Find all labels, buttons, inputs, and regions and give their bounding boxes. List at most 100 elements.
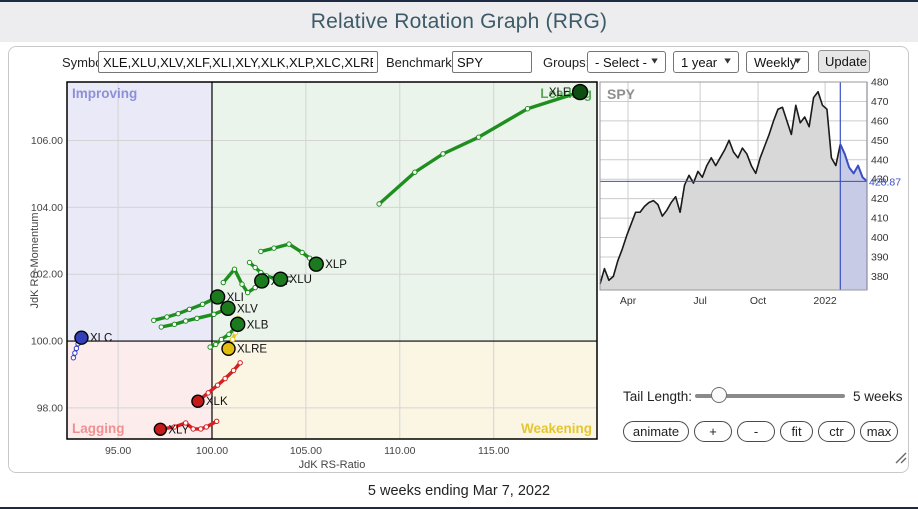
spy-y-tick: 400 — [871, 232, 889, 244]
spy-y-tick: 380 — [871, 271, 889, 283]
groups-label: Groups: — [543, 55, 589, 70]
symbol-label-xlp: XLP — [325, 259, 347, 271]
symbol-label-xlb: XLB — [247, 319, 269, 331]
max-button[interactable]: max — [860, 421, 898, 442]
quadrant-leading — [212, 82, 597, 341]
tail-point-xle — [525, 107, 529, 111]
rrg-x-tick: 115.00 — [478, 445, 509, 457]
symbol-dot-xlk[interactable] — [192, 395, 204, 407]
symbol-label-xlc: XLC — [90, 333, 112, 345]
symbol-label-xlu: XLU — [290, 274, 312, 286]
tail-point-xlb — [214, 342, 218, 346]
rrg-chart[interactable]: ImprovingLeadingLaggingWeakening98.00100… — [28, 76, 608, 472]
tail-point-xlf — [240, 282, 244, 286]
animate-button[interactable]: animate — [623, 421, 689, 442]
tail-point-xle — [441, 152, 445, 156]
tail-point-xle — [413, 170, 417, 174]
spy-x-tick: Apr — [620, 295, 637, 307]
chevron-down-icon: ▼ — [649, 56, 660, 66]
tail-point-xlv — [212, 312, 216, 316]
groups-select[interactable]: - Select - ▼ — [587, 51, 666, 73]
tail-point-xlk — [231, 368, 235, 372]
spy-y-tick: 440 — [871, 154, 889, 166]
spy-title: SPY — [607, 86, 636, 102]
symbol-dot-xlu[interactable] — [274, 272, 288, 286]
frequency-select[interactable]: Weekly ▼ — [746, 51, 809, 73]
symbols-input[interactable] — [98, 51, 378, 73]
zoom-in-button[interactable]: + — [694, 421, 732, 442]
period-select[interactable]: 1 year ▼ — [673, 51, 739, 73]
symbol-dot-xlv[interactable] — [221, 301, 235, 315]
rrg-x-axis-title: JdK RS-Ratio — [299, 459, 366, 471]
symbol-dot-xlb[interactable] — [231, 317, 245, 331]
tail-point-xlv — [195, 316, 199, 320]
spy-y-tick: 470 — [871, 96, 889, 108]
zoom-out-button[interactable]: - — [737, 421, 775, 442]
tail-point-xli — [187, 307, 191, 311]
tail-point-xle — [377, 202, 381, 206]
symbol-label-xlk: XLK — [206, 396, 228, 408]
tail-point-xly — [191, 427, 195, 431]
rrg-y-tick: 106.00 — [31, 135, 63, 147]
resize-handle-icon[interactable] — [893, 450, 908, 465]
tail-length-label: Tail Length: — [623, 389, 692, 404]
tail-point-xlc — [73, 351, 77, 355]
tail-point-xly — [204, 425, 208, 429]
slider-thumb[interactable] — [711, 387, 727, 403]
tail-point-xlv — [172, 322, 176, 326]
tail-point-xlu — [247, 260, 251, 264]
rrg-x-tick: 95.00 — [105, 445, 131, 457]
rrg-y-tick: 100.00 — [31, 336, 63, 348]
symbol-dot-xlp[interactable] — [309, 257, 323, 271]
tail-point-xlu — [253, 265, 257, 269]
rrg-y-axis-title: JdK RS-Momentum — [29, 213, 41, 309]
update-button[interactable]: Update — [818, 50, 870, 73]
page-header: Relative Rotation Graph (RRG) — [0, 2, 918, 42]
tail-point-xle — [476, 135, 480, 139]
benchmark-input[interactable] — [452, 51, 532, 73]
ctr-button[interactable]: ctr — [818, 421, 855, 442]
tail-point-xlre — [230, 337, 234, 341]
period-select-value: 1 year — [681, 55, 717, 70]
symbol-dot-xly[interactable] — [154, 423, 166, 435]
tail-length-slider[interactable] — [695, 387, 845, 405]
spy-x-tick: Jul — [693, 295, 706, 307]
quadrant-label-improving: Improving — [72, 86, 137, 101]
tail-point-xlp — [300, 250, 304, 254]
page-title: Relative Rotation Graph (RRG) — [311, 10, 607, 34]
tail-point-xly — [199, 427, 203, 431]
symbol-dot-xlf[interactable] — [255, 274, 269, 288]
symbol-dot-xli[interactable] — [211, 290, 225, 304]
tail-point-xlv — [159, 325, 163, 329]
spy-mini-chart[interactable]: 380390400410420430440450460470480428.87A… — [598, 78, 916, 308]
symbol-dot-xle[interactable] — [573, 85, 588, 100]
rrg-y-tick: 104.00 — [31, 202, 63, 214]
symbol-dot-xlc[interactable] — [75, 331, 88, 344]
spy-x-tick: 2022 — [813, 295, 837, 307]
rrg-x-tick: 110.00 — [384, 445, 415, 457]
tail-point-xlc — [74, 346, 78, 350]
tail-point-xlv — [183, 319, 187, 323]
tail-point-xlk — [215, 383, 219, 387]
tail-point-xlf — [232, 267, 236, 271]
frequency-select-value: Weekly — [754, 55, 796, 70]
tail-point-xli — [152, 318, 156, 322]
quadrant-improving — [67, 82, 212, 341]
symbol-label-xlv: XLV — [237, 303, 258, 315]
fit-button[interactable]: fit — [780, 421, 813, 442]
spy-y-tick: 390 — [871, 251, 889, 263]
tail-point-xlf — [245, 290, 249, 294]
tail-point-xlk — [206, 391, 210, 395]
symbol-label-xle: XLE — [549, 87, 571, 99]
tail-point-xlb — [208, 345, 212, 349]
symbol-label-xly: XLY — [168, 424, 189, 436]
tail-point-xlp — [287, 242, 291, 246]
tail-length-value: 5 weeks — [853, 389, 903, 404]
chevron-down-icon: ▼ — [792, 56, 803, 66]
rrg-y-tick: 98.00 — [37, 402, 63, 414]
footer-caption: 5 weeks ending Mar 7, 2022 — [0, 483, 918, 499]
tail-point-xlp — [259, 249, 263, 253]
symbol-label-xlre: XLRE — [237, 344, 267, 356]
spy-y-tick: 410 — [871, 213, 889, 225]
symbol-dot-xlre[interactable] — [222, 342, 235, 355]
